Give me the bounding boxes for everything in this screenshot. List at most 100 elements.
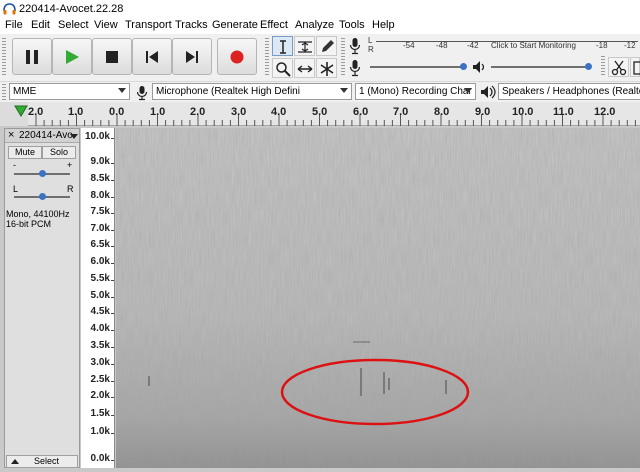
selection-tool-button[interactable] xyxy=(272,36,293,56)
copy-button[interactable] xyxy=(630,57,640,77)
pause-icon xyxy=(26,50,38,64)
track-header: × 220414-Avo xyxy=(5,129,79,143)
device-toolbar-grip[interactable] xyxy=(2,84,6,100)
audacity-logo-icon xyxy=(3,3,16,15)
stop-icon xyxy=(106,51,118,63)
meter-channel-l: L xyxy=(368,36,373,45)
menu-view[interactable]: View xyxy=(94,19,118,31)
recording-volume-slider[interactable] xyxy=(370,66,466,68)
frequency-label: 7.5k xyxy=(90,206,110,217)
frequency-tick xyxy=(111,230,114,231)
gain-slider-knob[interactable] xyxy=(39,170,46,177)
toolbar-grip-meters[interactable] xyxy=(341,38,345,76)
recording-channels-dropdown[interactable]: 1 (Mono) Recording Char xyxy=(355,83,476,100)
zoom-tool-button[interactable] xyxy=(272,58,293,78)
select-track-button[interactable]: Select xyxy=(6,455,78,468)
menu-tools[interactable]: Tools xyxy=(339,19,365,31)
cut-button[interactable] xyxy=(608,57,629,77)
click-to-start-monitoring[interactable]: Click to Start Monitoring xyxy=(491,41,576,50)
recording-volume-icon xyxy=(349,60,361,77)
menu-effect[interactable]: Effect xyxy=(260,19,288,31)
gain-minus-label: - xyxy=(13,160,16,170)
menu-analyze[interactable]: Analyze xyxy=(295,19,334,31)
skip-to-end-button[interactable] xyxy=(172,38,212,75)
time-shift-tool-button[interactable] xyxy=(294,58,315,78)
chevron-down-icon xyxy=(340,88,348,93)
menu-help[interactable]: Help xyxy=(372,19,395,31)
play-icon xyxy=(66,50,79,64)
frequency-label: 2.0k xyxy=(90,390,110,401)
recording-volume-knob[interactable] xyxy=(460,63,467,70)
track-name-menu[interactable]: 220414-Avo xyxy=(19,130,73,141)
ruler-label: 10.0 xyxy=(512,106,534,118)
ruler-label: 9.0 xyxy=(475,106,491,118)
envelope-tool-button[interactable] xyxy=(294,36,315,56)
recording-device-dropdown[interactable]: Microphone (Realtek High Defini xyxy=(152,83,352,100)
frequency-tick xyxy=(111,347,114,348)
chevron-down-icon[interactable] xyxy=(70,134,78,139)
playback-device-value: Speakers / Headphones (Realtek xyxy=(502,86,640,97)
frequency-tick xyxy=(111,163,114,164)
audio-host-value: MME xyxy=(13,86,37,97)
menu-select[interactable]: Select xyxy=(58,19,89,31)
frequency-tick xyxy=(111,415,114,416)
double-arrow-icon xyxy=(297,65,313,73)
menu-generate[interactable]: Generate xyxy=(212,19,258,31)
ruler-label: 1.0 xyxy=(68,106,84,118)
skip-to-start-button[interactable] xyxy=(132,38,172,75)
frequency-label: 8.0k xyxy=(90,190,110,201)
meter-tick-42: -42 xyxy=(467,41,479,50)
draw-tool-button[interactable] xyxy=(316,36,337,56)
meter-tick-12: -12 xyxy=(624,41,636,50)
ruler-label: 2.0 xyxy=(190,106,206,118)
pencil-icon xyxy=(322,40,334,52)
multi-tool-button[interactable] xyxy=(316,58,337,78)
record-button[interactable] xyxy=(217,38,257,75)
toolbar-grip[interactable] xyxy=(2,38,6,76)
menu-file[interactable]: File xyxy=(5,19,23,31)
close-track-icon[interactable]: × xyxy=(8,129,14,141)
frequency-tick xyxy=(111,280,114,281)
frequency-label: 0.0k xyxy=(90,453,110,464)
pan-left-label: L xyxy=(13,184,19,194)
skip-to-end-icon xyxy=(186,51,198,63)
frequency-scale[interactable]: 10.0k 9.0k 8.5k 8.0k 7.5k 7.0k 6.5k 6.0k 5.5k 5.0… xyxy=(81,128,115,468)
stop-button[interactable] xyxy=(92,38,132,75)
ruler-label: 7.0 xyxy=(393,106,409,118)
frequency-tick xyxy=(111,397,114,398)
spectrogram-noise xyxy=(116,128,640,468)
record-icon xyxy=(230,50,244,64)
frequency-label: 4.5k xyxy=(90,306,110,317)
ruler-label: 4.0 xyxy=(271,106,287,118)
menu-tracks[interactable]: Tracks xyxy=(175,19,208,31)
spectrogram[interactable] xyxy=(116,128,640,468)
menu-transport[interactable]: Transport xyxy=(125,19,172,31)
toolbar-grip-tools[interactable] xyxy=(265,38,269,76)
frequency-tick xyxy=(111,297,114,298)
frequency-label: 2.5k xyxy=(90,374,110,385)
menu-edit[interactable]: Edit xyxy=(31,19,50,31)
envelope-icon xyxy=(298,41,312,53)
pan-slider-knob[interactable] xyxy=(39,193,46,200)
playback-device-dropdown[interactable]: Speakers / Headphones (Realtek xyxy=(498,83,640,100)
pan-right-label: R xyxy=(67,184,74,194)
solo-button[interactable]: Solo xyxy=(42,146,76,159)
microphone-icon xyxy=(136,86,148,101)
frequency-label: 3.5k xyxy=(90,340,110,351)
timeline-ruler[interactable]: 2.0 1.0 0.0 1.0 2.0 3.0 4.0 5.0 6.0 7.0 … xyxy=(0,102,640,126)
ruler-label: 2.0 xyxy=(28,106,44,118)
ruler-label: 11.0 xyxy=(553,106,574,118)
track-control-panel[interactable]: × 220414-Avo Mute Solo - + L R Mono, 441… xyxy=(4,128,80,468)
play-button[interactable] xyxy=(52,38,92,75)
toolbar-grip-edit[interactable] xyxy=(601,56,605,76)
ruler-label: 8.0 xyxy=(434,106,450,118)
playback-volume-slider[interactable] xyxy=(491,66,591,68)
playback-volume-knob[interactable] xyxy=(585,63,592,70)
ruler-label: 1.0 xyxy=(150,106,166,118)
ruler-label: 12.0 xyxy=(594,106,616,118)
gain-plus-label: + xyxy=(67,160,73,170)
pause-button[interactable] xyxy=(12,38,52,75)
audio-host-dropdown[interactable]: MME xyxy=(9,83,130,100)
magnifier-icon xyxy=(276,62,291,77)
mute-button[interactable]: Mute xyxy=(8,146,42,159)
